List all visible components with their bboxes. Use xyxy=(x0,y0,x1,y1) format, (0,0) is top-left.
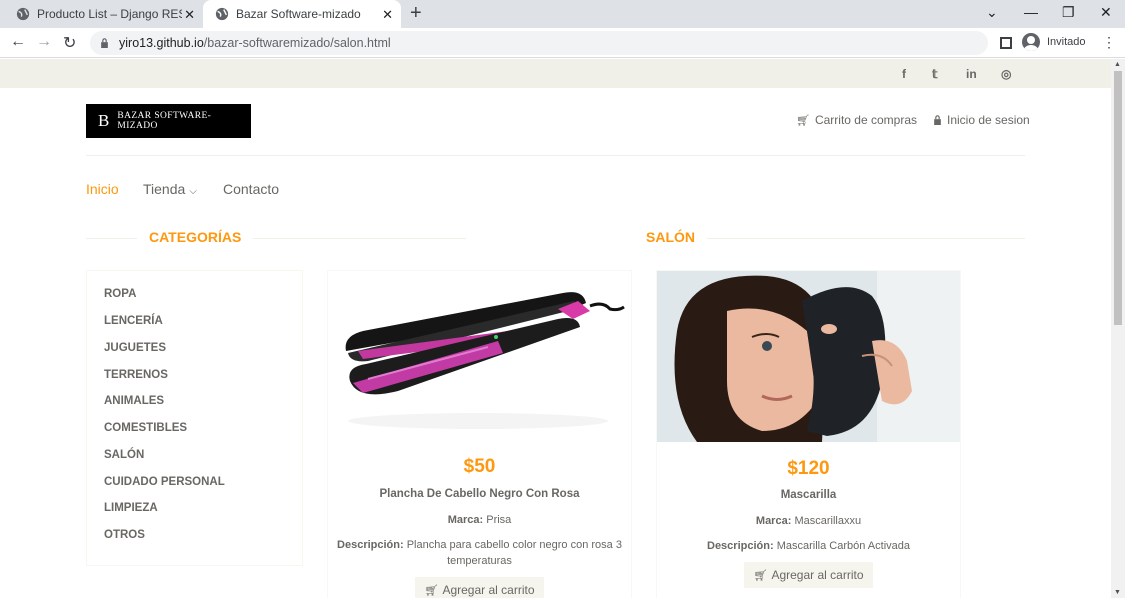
brand-label: Marca: xyxy=(447,514,484,526)
categories-title: CATEGORÍAS xyxy=(137,229,254,245)
product-brand: Marca: Mascarillaxxu xyxy=(663,513,954,529)
product-price: $50 xyxy=(463,456,496,477)
browser-toolbar: ← → ↻ yiro13.github.io/bazar-softwaremiz… xyxy=(0,28,1125,58)
instagram-icon[interactable]: ◎ xyxy=(1001,67,1011,81)
product-card: $120 Mascarilla Marca: Mascarillaxxu Des… xyxy=(656,270,961,598)
twitter-icon[interactable]: 𝕥 xyxy=(932,67,938,81)
product-image xyxy=(328,271,631,442)
browser-tab-bar: Producto List – Django REST fran ✕ Bazar… xyxy=(0,0,1125,28)
add-to-cart-button[interactable]: 🛒︎ Agregar al carrito xyxy=(415,577,544,598)
login-link[interactable]: Inicio de sesion xyxy=(933,113,1030,127)
side-panel-icon[interactable] xyxy=(1000,37,1012,49)
cart-icon: 🛒︎ xyxy=(753,569,768,582)
globe-icon xyxy=(215,7,229,21)
nav-home[interactable]: Inicio xyxy=(86,181,119,197)
tab-title: Bazar Software-mizado xyxy=(236,7,361,21)
category-item[interactable]: LIMPIEZA xyxy=(104,502,158,514)
lock-icon xyxy=(934,115,941,125)
header-divider xyxy=(86,155,1025,156)
category-list: ROPA LENCERÍA JUGUETES TERRENOS ANIMALES… xyxy=(86,270,303,566)
logo-text: BAZAR SOFTWARE-MIZADO xyxy=(117,111,212,131)
reload-icon[interactable]: ↻ xyxy=(63,33,76,53)
address-bar[interactable]: yiro13.github.io/bazar-softwaremizado/sa… xyxy=(90,31,988,55)
category-item[interactable]: OTROS xyxy=(104,529,145,541)
cart-icon: 🛒︎ xyxy=(424,584,439,597)
lock-icon xyxy=(101,38,108,48)
tab-search-icon[interactable]: ⌄ xyxy=(986,4,998,21)
scrollbar-thumb[interactable] xyxy=(1114,71,1122,325)
category-item[interactable]: ROPA xyxy=(104,288,136,300)
cart-link[interactable]: 🛒︎ Carrito de compras xyxy=(796,113,917,127)
page-viewport: f 𝕥 in ◎ B BAZAR SOFTWARE-MIZADO 🛒︎ Carr… xyxy=(0,59,1111,598)
category-item[interactable]: LENCERÍA xyxy=(104,315,163,327)
salon-title: SALÓN xyxy=(634,229,707,245)
scroll-down-icon[interactable]: ▼ xyxy=(1114,589,1121,596)
product-description: Descripción: Mascarilla Carbón Activada xyxy=(663,538,954,554)
login-label: Inicio de sesion xyxy=(947,113,1030,127)
profile-button[interactable]: Invitado xyxy=(1022,33,1086,51)
cart-icon: 🛒︎ xyxy=(796,114,810,127)
product-description: Descripción: Plancha para cabello color … xyxy=(334,537,625,569)
category-item[interactable]: ANIMALES xyxy=(104,395,164,407)
category-item[interactable]: CUIDADO PERSONAL xyxy=(104,476,225,488)
social-strip: f 𝕥 in ◎ xyxy=(0,59,1111,88)
add-to-cart-label: Agregar al carrito xyxy=(442,583,535,597)
chevron-down-icon: ⌵ xyxy=(189,186,197,197)
linkedin-icon[interactable]: in xyxy=(966,67,977,81)
tab-title: Producto List – Django REST fran xyxy=(37,7,182,21)
back-icon[interactable]: ← xyxy=(10,33,26,51)
nav-shop-label: Tienda xyxy=(143,181,186,197)
category-item[interactable]: JUGUETES xyxy=(104,342,166,354)
product-brand: Marca: Prisa xyxy=(334,512,625,528)
description-label: Descripción: xyxy=(707,540,774,552)
nav-contact[interactable]: Contacto xyxy=(223,181,279,197)
page-scrollbar[interactable]: ▲ ▼ xyxy=(1111,59,1125,598)
brand-value: Prisa xyxy=(486,514,512,526)
close-tab-icon[interactable]: ✕ xyxy=(382,7,393,23)
url-host: yiro13.github.io xyxy=(119,36,204,50)
description-value: Mascarilla Carbón Activada xyxy=(776,540,910,552)
product-name: Plancha De Cabello Negro Con Rosa xyxy=(379,488,580,500)
close-tab-icon[interactable]: ✕ xyxy=(184,7,195,23)
product-price: $120 xyxy=(787,458,830,479)
restore-button[interactable]: ❐ xyxy=(1062,4,1075,21)
add-to-cart-label: Agregar al carrito xyxy=(771,568,864,582)
product-image xyxy=(657,271,960,442)
browser-tab-1[interactable]: Producto List – Django REST fran ✕ xyxy=(0,0,203,28)
product-name: Mascarilla xyxy=(780,489,837,501)
avatar-icon xyxy=(1022,33,1040,51)
brand-label: Marca: xyxy=(755,515,792,527)
nav-shop[interactable]: Tienda ⌵ xyxy=(143,181,197,197)
menu-icon[interactable]: ⋮ xyxy=(1102,34,1116,51)
logo-mark: B xyxy=(98,111,110,130)
browser-tab-2[interactable]: Bazar Software-mizado ✕ xyxy=(203,0,401,28)
cart-label: Carrito de compras xyxy=(814,113,918,127)
description-value: Plancha para cabello color negro con ros… xyxy=(406,539,622,567)
profile-label: Invitado xyxy=(1047,36,1086,48)
description-label: Descripción: xyxy=(337,539,404,551)
category-item[interactable]: COMESTIBLES xyxy=(104,422,187,434)
brand-value: Mascarillaxxu xyxy=(794,515,862,527)
url-path: /bazar-softwaremizado/salon.html xyxy=(203,36,391,50)
site-logo[interactable]: B BAZAR SOFTWARE-MIZADO xyxy=(86,104,251,138)
facebook-icon[interactable]: f xyxy=(902,67,906,81)
new-tab-button[interactable]: + xyxy=(410,2,422,25)
add-to-cart-button[interactable]: 🛒︎ Agregar al carrito xyxy=(744,562,873,588)
category-item[interactable]: TERRENOS xyxy=(104,369,168,381)
forward-icon[interactable]: → xyxy=(36,33,52,51)
product-card: $50 Plancha De Cabello Negro Con Rosa Ma… xyxy=(327,270,632,598)
category-item[interactable]: SALÓN xyxy=(104,449,144,461)
minimize-button[interactable]: — xyxy=(1024,4,1038,20)
globe-icon xyxy=(16,7,30,21)
close-window-button[interactable]: ✕ xyxy=(1100,4,1112,21)
scroll-up-icon[interactable]: ▲ xyxy=(1114,61,1121,68)
